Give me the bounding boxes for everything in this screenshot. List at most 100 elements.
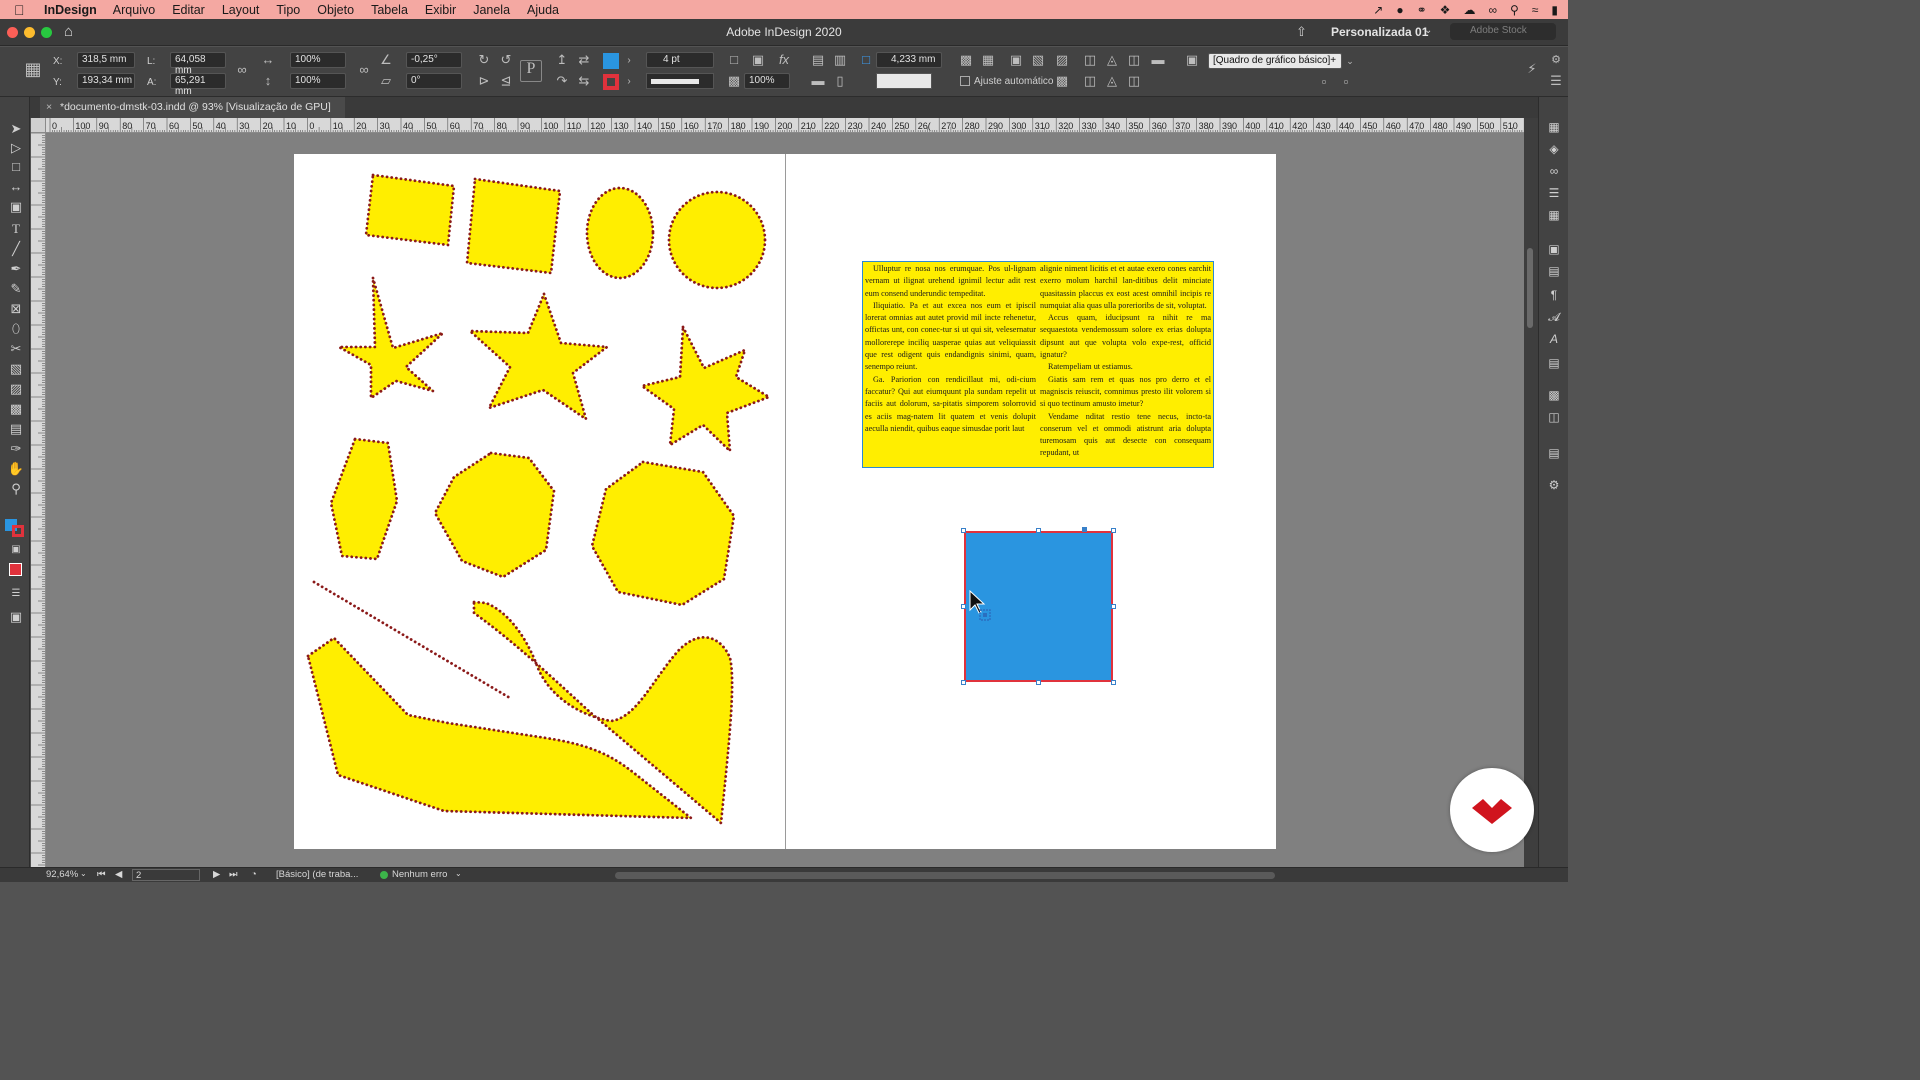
page-tool-icon[interactable]: □ bbox=[7, 159, 25, 175]
fit-proportionally-icon[interactable]: ▨ bbox=[1054, 52, 1070, 68]
pen-tool-icon[interactable]: ✒ bbox=[7, 261, 25, 277]
stock-search-input[interactable]: Adobe Stock bbox=[1450, 23, 1556, 40]
apply-color-icon[interactable] bbox=[9, 563, 22, 576]
zoom-tool-icon[interactable]: ⚲ bbox=[7, 481, 25, 497]
record-icon[interactable]: ● bbox=[1396, 3, 1403, 17]
drop-shadow-icon[interactable]: ▣ bbox=[750, 52, 766, 68]
page-number-field[interactable]: 2 bbox=[132, 869, 200, 881]
text-column-1[interactable]: Ulluptur re nosa nos erumquae. Pos ul-li… bbox=[863, 262, 1038, 467]
rotate-ccw-icon[interactable]: ↺ bbox=[498, 52, 514, 68]
content-aware-icon[interactable]: ▩ bbox=[1054, 73, 1070, 89]
panel-menu-icon[interactable]: ☰ bbox=[1548, 73, 1564, 89]
close-tab-icon[interactable]: × bbox=[46, 101, 52, 113]
resize-handle[interactable] bbox=[1036, 528, 1041, 533]
vertical-scrollbar[interactable] bbox=[1524, 118, 1538, 867]
link-icon[interactable]: ∞ bbox=[234, 62, 250, 78]
stroke-type-select[interactable] bbox=[646, 73, 714, 89]
menu-tipo[interactable]: Tipo bbox=[276, 3, 300, 17]
menu-janela[interactable]: Janela bbox=[473, 3, 510, 17]
align-top-edges-icon[interactable]: ◫ bbox=[1082, 73, 1098, 89]
content-collector-icon[interactable]: ▣ bbox=[7, 199, 25, 215]
effects-panel-icon[interactable]: ▤ bbox=[1546, 445, 1562, 461]
x-position-field[interactable]: 318,5 mm bbox=[77, 52, 135, 68]
character-styles-icon[interactable]: A bbox=[1546, 331, 1562, 347]
pencil-tool-icon[interactable]: ✎ bbox=[7, 281, 25, 297]
last-page-icon[interactable]: ⏭ bbox=[229, 869, 238, 880]
menu-exibir[interactable]: Exibir bbox=[425, 3, 456, 17]
clear-overrides-icon[interactable]: ▫ bbox=[1316, 74, 1332, 90]
frame-fitting-icon[interactable]: □ bbox=[858, 52, 874, 68]
align-horizontal-centers-icon[interactable]: ◬ bbox=[1104, 52, 1120, 68]
note-tool-icon[interactable]: ▤ bbox=[7, 421, 25, 437]
menu-objeto[interactable]: Objeto bbox=[317, 3, 354, 17]
pasteboard[interactable]: Ulluptur re nosa nos erumquae. Pos ul-li… bbox=[46, 133, 1524, 867]
select-content-icon[interactable]: ↷ bbox=[554, 73, 570, 89]
rotate-cw-icon[interactable]: ↻ bbox=[476, 52, 492, 68]
select-container-icon[interactable]: ↥ bbox=[554, 52, 570, 68]
resize-handle[interactable] bbox=[1111, 528, 1116, 533]
lightning-icon[interactable]: ⚡ bbox=[1524, 61, 1540, 77]
menu-tabela[interactable]: Tabela bbox=[371, 3, 408, 17]
align-bottom-edges-icon[interactable]: ◫ bbox=[1126, 73, 1142, 89]
first-page-icon[interactable]: ⏮ bbox=[97, 869, 106, 880]
shear-field[interactable]: 0° bbox=[406, 73, 462, 89]
fill-proportionally-icon[interactable]: ▧ bbox=[1030, 52, 1046, 68]
resize-handle[interactable] bbox=[961, 604, 966, 609]
height-field[interactable]: 65,291 mm bbox=[170, 73, 226, 97]
share-doc-icon[interactable]: ⇧ bbox=[1296, 24, 1307, 40]
resize-handle[interactable] bbox=[961, 528, 966, 533]
view-mode-icon[interactable]: ▣ bbox=[7, 609, 25, 625]
stroke-weight-field[interactable]: 4 pt bbox=[646, 52, 714, 68]
reference-point-icon[interactable]: ▦ bbox=[22, 60, 44, 83]
horizontal-scrollbar-thumb[interactable] bbox=[615, 872, 1275, 879]
flip-vertical-icon[interactable]: ⊴ bbox=[498, 73, 514, 89]
previous-page-icon[interactable]: ◀ bbox=[115, 869, 122, 880]
rectangle-frame-tool-icon[interactable]: ⊠ bbox=[7, 301, 25, 317]
paragraph-styles-icon[interactable]: 𝓐 bbox=[1546, 309, 1562, 325]
stroke-swatch[interactable] bbox=[603, 74, 619, 90]
open-page-icon[interactable]: ◔ bbox=[251, 869, 257, 880]
swatches-panel-icon[interactable]: ▦ bbox=[1546, 207, 1562, 223]
auto-fit-checkbox[interactable] bbox=[960, 76, 970, 86]
panel-gear-icon[interactable]: ⚙ bbox=[1548, 52, 1564, 68]
object-style-select[interactable]: [Quadro de gráfico básico]+ bbox=[1208, 53, 1342, 69]
menu-layout[interactable]: Layout bbox=[222, 3, 260, 17]
line-tool-icon[interactable]: ╱ bbox=[7, 241, 25, 257]
workspace-switcher[interactable]: Personalizada 01 bbox=[1331, 25, 1428, 39]
chevron-down-icon[interactable]: ⌄ bbox=[1424, 25, 1432, 36]
selection-tool-icon[interactable]: ➤ bbox=[7, 121, 25, 137]
y-position-field[interactable]: 193,34 mm bbox=[77, 73, 135, 89]
resize-handle[interactable] bbox=[961, 680, 966, 685]
select-previous-icon[interactable]: ⇄ bbox=[576, 52, 592, 68]
cc-libraries-icon[interactable]: ▣ bbox=[1546, 241, 1562, 257]
stroke-color-icon[interactable] bbox=[12, 525, 24, 537]
scale-x-field[interactable]: 100% bbox=[290, 52, 346, 68]
wifi-icon[interactable]: ≈ bbox=[1532, 3, 1539, 17]
resize-handle[interactable] bbox=[1111, 680, 1116, 685]
center-content-icon[interactable]: ▣ bbox=[1008, 52, 1024, 68]
preflight-profile[interactable]: [Básico] (de traba... bbox=[276, 869, 358, 880]
cloud-icon[interactable]: ☁ bbox=[1463, 3, 1475, 17]
type-tool-icon[interactable]: T bbox=[7, 221, 25, 237]
menu-editar[interactable]: Editar bbox=[172, 3, 205, 17]
links-panel-icon[interactable]: ∞ bbox=[1546, 163, 1562, 179]
content-grabber-handle[interactable] bbox=[1082, 527, 1087, 532]
horizontal-ruler[interactable]: 0 100 90 80 70 60 50 40 30 20 10 0 10 20 30 40 50 60 70 80 9… bbox=[46, 118, 1524, 133]
align-right-edges-icon[interactable]: ◫ bbox=[1126, 52, 1142, 68]
direct-selection-tool-icon[interactable]: ▷ bbox=[7, 140, 25, 156]
share-icon[interactable]: ↗ bbox=[1373, 3, 1383, 17]
battery-icon[interactable]: ▮ bbox=[1551, 3, 1558, 17]
fill-chevron-icon[interactable]: › bbox=[621, 53, 637, 69]
screen-mode-icon[interactable]: ☰ bbox=[7, 586, 25, 602]
menu-app-name[interactable]: InDesign bbox=[44, 3, 97, 17]
ruler-corner[interactable] bbox=[31, 118, 46, 133]
apple-icon[interactable]:  bbox=[14, 2, 32, 18]
preflight-status[interactable]: Nenhum erro bbox=[392, 869, 447, 880]
corner-options-icon[interactable]: □ bbox=[726, 52, 742, 68]
layers-panel-icon[interactable]: ◈ bbox=[1546, 141, 1562, 157]
rotation-field[interactable]: -0,25° bbox=[406, 52, 462, 68]
jump-object-icon[interactable]: ▯ bbox=[832, 73, 848, 89]
search-icon[interactable]: ⚲ bbox=[1510, 3, 1519, 17]
text-wrap-icon[interactable]: ▤ bbox=[810, 52, 826, 68]
object-styles-icon[interactable]: ▤ bbox=[1546, 355, 1562, 371]
